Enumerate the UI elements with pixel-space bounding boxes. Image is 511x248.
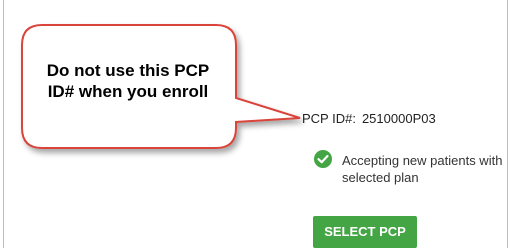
callout-text: Do not use this PCP ID# when you enroll — [46, 61, 210, 101]
pcp-id-value: 2510000P03 — [361, 111, 436, 126]
check-circle-icon — [314, 150, 332, 168]
accepting-patients-text: Accepting new patients with selected pla… — [342, 153, 503, 185]
pcp-id-label: PCP ID#: — [302, 111, 356, 126]
pcp-id: PCP ID#: 2510000P03 — [302, 111, 436, 126]
select-pcp-button[interactable]: SELECT PCP — [313, 216, 417, 248]
